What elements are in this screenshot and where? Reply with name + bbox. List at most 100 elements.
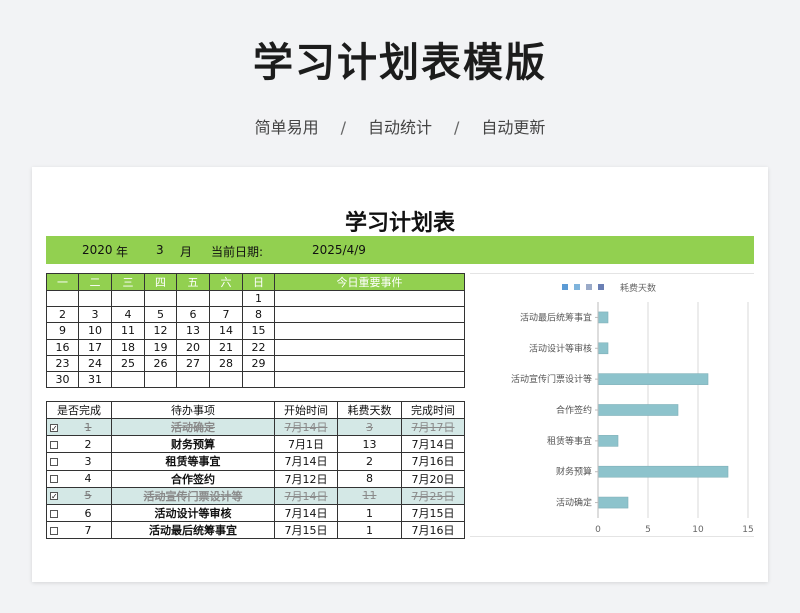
calendar-day-cell[interactable]: 13 xyxy=(176,322,210,340)
legend-swatch xyxy=(586,284,592,290)
calendar-day-cell[interactable]: 2 xyxy=(46,306,79,324)
calendar-day-cell[interactable]: 23 xyxy=(46,354,79,372)
calendar-day-cell[interactable]: 19 xyxy=(144,338,177,356)
weekday-tue: 二 xyxy=(78,273,112,291)
event-cell[interactable] xyxy=(274,289,465,308)
calendar-day-cell[interactable] xyxy=(111,289,145,308)
calendar-day-cell[interactable]: 8 xyxy=(242,306,275,324)
calendar-day-cell[interactable]: 29 xyxy=(242,354,275,372)
calendar-day-cell[interactable]: 5 xyxy=(144,306,177,324)
col-end: 完成时间 xyxy=(401,401,465,419)
weekday-wed: 三 xyxy=(111,273,145,291)
calendar-day-cell[interactable]: 20 xyxy=(176,338,210,356)
todo-start: 7月1日 xyxy=(274,435,338,454)
calendar-day-cell[interactable]: 14 xyxy=(209,322,243,340)
calendar-day-cell[interactable] xyxy=(209,289,243,308)
calendar-day-cell[interactable]: 11 xyxy=(111,322,145,340)
calendar-day-cell[interactable] xyxy=(46,289,79,308)
todo-task: 财务预算 xyxy=(111,435,275,454)
page-title: 学习计划表模版 xyxy=(253,40,547,86)
todo-number: 4 xyxy=(84,472,92,486)
calendar-day-cell[interactable] xyxy=(144,289,177,308)
bar xyxy=(597,435,619,447)
todo-end: 7月20日 xyxy=(401,469,465,488)
calendar-table: 一 二 三 四 五 六 日 今日重要事件 1 2 3 4 5 6 7 8 9 10 11 12 13 14… xyxy=(46,273,465,389)
todo-row: ✓ 1 活动确定 7月14日 3 7月17日 xyxy=(46,417,465,437)
todo-days: 11 xyxy=(337,486,402,505)
todo-days: 1 xyxy=(337,503,402,523)
calendar-day-cell[interactable] xyxy=(111,370,145,389)
calendar-day-cell[interactable] xyxy=(242,370,275,389)
completion-checkbox[interactable] xyxy=(50,475,58,484)
feature-1: 简单易用 xyxy=(254,118,319,137)
year-value[interactable]: 2020 xyxy=(82,243,113,257)
completion-checkbox[interactable] xyxy=(50,526,58,535)
todo-task: 活动最后统筹事宜 xyxy=(111,521,275,540)
event-cell[interactable] xyxy=(274,354,465,372)
event-cell[interactable] xyxy=(274,322,465,340)
calendar-day-cell[interactable]: 12 xyxy=(144,322,177,340)
weekday-sat: 六 xyxy=(209,273,243,291)
col-task: 待办事项 xyxy=(111,401,275,419)
legend-swatch xyxy=(598,284,604,290)
calendar-day-cell[interactable]: 25 xyxy=(111,354,145,372)
completion-checkbox[interactable] xyxy=(50,457,58,466)
completion-checkbox[interactable] xyxy=(50,509,58,518)
calendar-day-cell[interactable]: 21 xyxy=(209,338,243,356)
calendar-day-cell[interactable]: 31 xyxy=(78,370,112,389)
col-done: 是否完成 xyxy=(46,401,112,419)
year-unit: 年 xyxy=(116,245,129,259)
todo-task: 活动设计等审核 xyxy=(111,503,275,523)
calendar-day-cell[interactable]: 1 xyxy=(242,289,275,308)
calendar-day-cell[interactable]: 27 xyxy=(176,354,210,372)
calendar-day-cell[interactable]: 10 xyxy=(78,322,112,340)
completion-checkbox[interactable]: ✓ xyxy=(50,423,58,432)
calendar-day-cell[interactable] xyxy=(176,289,210,308)
calendar-day-cell[interactable]: 16 xyxy=(46,338,79,356)
bar xyxy=(597,465,729,478)
todo-start: 7月14日 xyxy=(274,503,338,523)
feature-2: 自动统计 xyxy=(367,118,432,137)
calendar-week-row: 16 17 18 19 20 21 22 xyxy=(46,338,465,356)
calendar-day-cell[interactable]: 6 xyxy=(176,306,210,324)
calendar-day-cell[interactable] xyxy=(78,289,112,308)
sheet-title: 学习计划表 xyxy=(344,211,455,236)
calendar-day-cell[interactable] xyxy=(209,370,243,389)
calendar-day-cell[interactable]: 30 xyxy=(46,370,79,389)
calendar-day-cell[interactable]: 4 xyxy=(111,306,145,324)
todo-header-row: 是否完成 待办事项 开始时间 耗费天数 完成时间 xyxy=(46,401,465,419)
category-label: 活动设计等审核 xyxy=(529,342,592,354)
calendar-day-cell[interactable]: 7 xyxy=(209,306,243,324)
calendar-day-cell[interactable]: 22 xyxy=(242,338,275,356)
event-cell[interactable] xyxy=(274,370,465,389)
completion-checkbox[interactable] xyxy=(50,440,58,449)
month-value[interactable]: 3 xyxy=(156,243,164,257)
weekday-mon: 一 xyxy=(46,273,79,291)
calendar-week-row: 2345678 xyxy=(46,306,465,324)
calendar-day-cell[interactable]: 3 xyxy=(78,306,112,324)
category-label: 财务预算 xyxy=(556,466,592,478)
category-label: 合作签约 xyxy=(556,404,592,416)
calendar-day-cell[interactable] xyxy=(144,370,177,389)
calendar-day-cell[interactable]: 17 xyxy=(78,338,112,356)
calendar-day-cell[interactable]: 15 xyxy=(242,322,275,340)
calendar-day-cell[interactable]: 9 xyxy=(46,322,79,340)
todo-row: ✓ 5 活动宣传门票设计等 7月14日 11 7月25日 xyxy=(46,486,465,505)
event-cell[interactable] xyxy=(274,306,465,324)
calendar-day-cell[interactable]: 24 xyxy=(78,354,112,372)
todo-row: 3 租赁等事宜 7月14日 2 7月16日 xyxy=(46,452,465,471)
current-date-label: 当前日期: xyxy=(211,245,264,259)
calendar-day-cell[interactable]: 28 xyxy=(209,354,243,372)
completion-checkbox[interactable]: ✓ xyxy=(50,492,58,501)
bar xyxy=(597,373,709,385)
x-tick-label: 15 xyxy=(742,525,753,535)
calendar-week-row: 23 24 25 26 27 28 29 xyxy=(46,354,465,372)
calendar-day-cell[interactable] xyxy=(176,370,210,389)
event-cell[interactable] xyxy=(274,338,465,356)
calendar-day-cell[interactable]: 26 xyxy=(144,354,177,372)
todo-days: 1 xyxy=(337,521,402,540)
weekday-thu: 四 xyxy=(144,273,177,291)
todo-task: 活动确定 xyxy=(111,417,275,437)
bar xyxy=(597,404,679,416)
calendar-day-cell[interactable]: 18 xyxy=(111,338,145,356)
